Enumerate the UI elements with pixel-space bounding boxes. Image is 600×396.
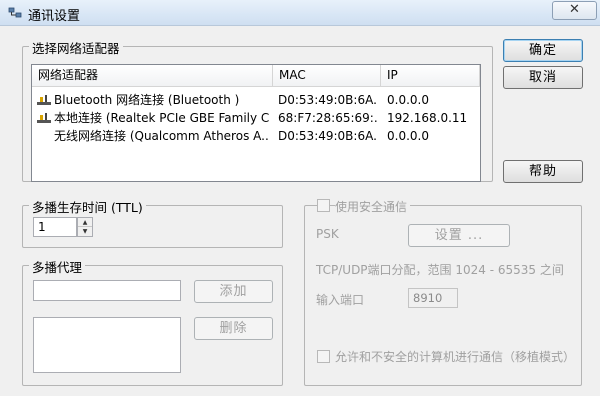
ttl-input[interactable]: 1	[33, 217, 77, 237]
use-secure-checkbox[interactable]	[317, 199, 330, 212]
column-header-ip[interactable]: IP	[381, 65, 480, 87]
network-connected-icon	[37, 95, 51, 105]
column-header-adapter[interactable]: 网络适配器	[32, 65, 273, 87]
adapter-name: Bluetooth 网络连接 (Bluetooth )	[54, 93, 240, 107]
close-button[interactable]: ✕	[552, 1, 597, 20]
ok-button[interactable]: 确定	[503, 39, 583, 62]
adapter-ip: 0.0.0.0	[387, 129, 429, 143]
window-title: 通讯设置	[28, 9, 81, 24]
title-bar[interactable]: 通讯设置 ✕	[0, 0, 600, 26]
list-item[interactable]: 无线网络连接 (Qualcomm Atheros A... D0:53:49:0…	[32, 127, 480, 145]
adapter-ip: 192.168.0.11	[387, 111, 468, 125]
adapter-ip: 0.0.0.0	[387, 93, 429, 107]
psk-settings-button[interactable]: 设置 ...	[408, 224, 510, 247]
adapter-name: 无线网络连接 (Qualcomm Atheros A...	[54, 129, 269, 143]
spin-down-icon[interactable]: ▼	[78, 227, 92, 236]
proxy-list[interactable]	[33, 317, 181, 373]
psk-label: PSK	[316, 227, 339, 241]
adapter-mac: D0:53:49:0B:6A...	[278, 129, 378, 143]
ttl-spinner[interactable]: ▲ ▼	[77, 217, 93, 237]
spin-up-icon[interactable]: ▲	[78, 218, 92, 227]
cancel-button[interactable]: 取消	[503, 66, 583, 89]
app-network-icon	[8, 7, 22, 18]
adapter-mac: D0:53:49:0B:6A...	[278, 93, 378, 107]
input-port-label: 输入端口	[316, 293, 365, 307]
adapter-name: 本地连接 (Realtek PCIe GBE Family C...	[54, 111, 269, 125]
column-header-mac[interactable]: MAC	[273, 65, 381, 87]
allow-insecure-checkbox[interactable]	[317, 350, 330, 363]
adapter-list[interactable]: 网络适配器 MAC IP Bluetooth 网络连接 (Bluetooth )…	[31, 64, 481, 182]
add-button[interactable]: 添加	[194, 280, 273, 303]
adapter-list-header: 网络适配器 MAC IP	[32, 65, 480, 87]
proxy-address-input[interactable]	[33, 280, 181, 301]
adapter-group-legend: 选择网络适配器	[29, 38, 123, 57]
delete-button[interactable]: 删除	[194, 317, 273, 340]
ttl-group-legend: 多播生存时间 (TTL)	[29, 197, 146, 216]
close-icon: ✕	[569, 2, 580, 17]
list-item[interactable]: Bluetooth 网络连接 (Bluetooth ) D0:53:49:0B:…	[32, 91, 480, 109]
allow-insecure-label: 允许和不安全的计算机进行通信（移植模式）	[335, 350, 576, 364]
input-port-field[interactable]: 8910	[408, 288, 458, 308]
network-connected-icon	[37, 113, 51, 123]
help-button[interactable]: 帮助	[503, 160, 583, 183]
list-item[interactable]: 本地连接 (Realtek PCIe GBE Family C... 68:F7…	[32, 109, 480, 127]
port-range-text: TCP/UDP端口分配，范围 1024 - 65535 之间	[316, 263, 564, 277]
use-secure-label: 使用安全通信	[335, 198, 411, 215]
adapter-mac: 68:F7:28:65:69:...	[278, 111, 378, 125]
proxy-group-legend: 多播代理	[29, 257, 86, 276]
